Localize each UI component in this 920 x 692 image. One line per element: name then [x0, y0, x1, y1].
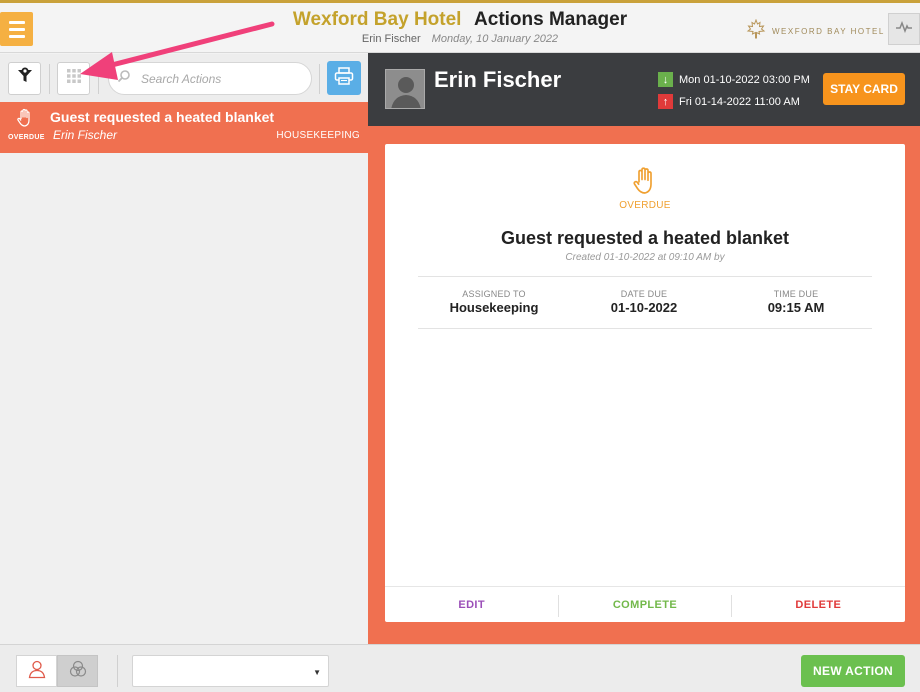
arrival-arrow-icon: ↓	[658, 72, 673, 87]
action-detail-pane: Erin Fischer ↓ Mon 01-10-2022 03:00 PM ↑…	[368, 53, 920, 644]
time-due-value: 09:15 AM	[767, 300, 825, 315]
single-user-view-button[interactable]	[16, 655, 57, 687]
detail-created: Created 01-10-2022 at 09:10 AM by	[565, 252, 725, 263]
hotel-brand-logo: WEXFORD BAY HOTEL	[746, 18, 885, 44]
divider	[418, 276, 872, 277]
header-date: Monday, 10 January 2022	[431, 33, 559, 45]
footer-select[interactable]: ▼	[132, 655, 329, 687]
list-item-guest: Erin Fischer	[53, 128, 118, 142]
edit-button[interactable]: EDIT	[385, 587, 558, 622]
stay-dates: ↓ Mon 01-10-2022 03:00 PM ↑ Fri 01-14-20…	[658, 70, 810, 114]
footer-bar: ▼ NEW ACTION	[0, 644, 920, 692]
group-view-button[interactable]	[57, 655, 98, 687]
complete-button[interactable]: COMPLETE	[558, 587, 731, 622]
arrival-date: Mon 01-10-2022 03:00 PM	[679, 73, 810, 86]
list-toolbar	[0, 54, 368, 102]
toolbar-divider	[319, 64, 320, 94]
search-icon	[117, 69, 131, 88]
list-item-department: HOUSEKEEPING	[276, 130, 360, 141]
guest-bar: Erin Fischer ↓ Mon 01-10-2022 03:00 PM ↑…	[368, 53, 920, 126]
date-due-value: 01-10-2022	[610, 300, 678, 315]
app-title: Actions Manager	[474, 9, 628, 30]
divider	[558, 595, 559, 617]
detail-status: OVERDUE	[619, 200, 671, 211]
filter-button[interactable]	[8, 62, 41, 95]
time-due-field: TIME DUE 09:15 AM	[721, 289, 871, 315]
grid-icon	[66, 68, 82, 89]
divider	[731, 595, 732, 617]
time-due-label: TIME DUE	[773, 289, 819, 299]
header-user-name: Erin Fischer	[361, 33, 421, 45]
pulse-icon	[895, 20, 913, 38]
departure-date: Fri 01-14-2022 11:00 AM	[679, 95, 800, 108]
toolbar-divider	[49, 64, 50, 94]
action-detail-card: OVERDUE Guest requested a heated blanket…	[385, 144, 905, 622]
stay-card-button[interactable]: STAY CARD	[823, 73, 905, 105]
delete-button[interactable]: DELETE	[732, 587, 905, 622]
raised-hand-icon	[630, 167, 660, 200]
print-button[interactable]	[327, 61, 361, 95]
detail-actions: EDIT COMPLETE DELETE	[385, 586, 905, 622]
date-due-label: DATE DUE	[620, 289, 668, 299]
person-icon	[27, 659, 47, 684]
app-header: Wexford Bay Hotel Actions Manager Erin F…	[0, 3, 920, 53]
divider	[418, 328, 872, 329]
actions-list: OVERDUE Guest requested a heated blanket…	[0, 102, 368, 644]
printer-icon	[334, 66, 354, 90]
detail-title: Guest requested a heated blanket	[500, 228, 790, 248]
footer-divider	[117, 655, 118, 687]
new-action-button[interactable]: NEW ACTION	[801, 655, 905, 687]
search-input[interactable]	[141, 71, 301, 86]
maple-leaf-icon	[746, 18, 766, 44]
date-due-field: DATE DUE 01-10-2022	[569, 289, 719, 315]
group-circles-icon	[68, 659, 88, 684]
assigned-to-label: ASSIGNED TO	[462, 289, 526, 299]
search-box[interactable]	[108, 62, 312, 95]
brand-text: WEXFORD BAY HOTEL	[772, 27, 885, 36]
filter-funnel-icon	[16, 67, 34, 90]
list-item-title: Guest requested a heated blanket	[50, 109, 275, 125]
activity-button[interactable]	[888, 13, 920, 45]
assigned-to-value: Housekeeping	[449, 300, 539, 315]
grid-view-button[interactable]	[57, 62, 90, 95]
toolbar-divider	[98, 64, 99, 94]
departure-arrow-icon: ↑	[658, 94, 673, 109]
assigned-to-field: ASSIGNED TO Housekeeping	[419, 289, 569, 315]
guest-name: Erin Fischer	[434, 67, 562, 92]
caret-down-icon: ▼	[313, 668, 321, 677]
list-item[interactable]: OVERDUE Guest requested a heated blanket…	[0, 102, 368, 153]
raised-hand-icon	[15, 108, 35, 132]
list-item-status: OVERDUE	[8, 134, 45, 141]
hotel-name: Wexford Bay Hotel	[292, 9, 462, 30]
avatar	[385, 69, 425, 109]
